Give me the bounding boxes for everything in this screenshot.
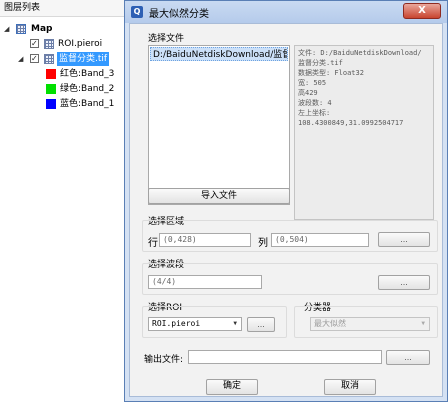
- layer-label: ROI.pieroi: [58, 39, 103, 49]
- expand-arrow-icon[interactable]: ◢: [18, 55, 26, 63]
- band-selection-field[interactable]: (4/4): [148, 275, 262, 289]
- dialog-client: 选择文件 D:/BaiduNetdiskDownload/监督分类.tif 文件…: [129, 23, 443, 397]
- file-list[interactable]: D:/BaiduNetdiskDownload/监督分类.tif: [148, 45, 290, 205]
- output-file-field[interactable]: [188, 350, 382, 364]
- roi-dropdown-value: ROI.pieroi: [152, 319, 201, 328]
- row-label: 行: [148, 238, 158, 249]
- region-browse-button[interactable]: ...: [378, 232, 430, 247]
- dialog-titlebar[interactable]: Q 最大似然分类 X: [125, 1, 447, 23]
- col-range-field[interactable]: (0,504): [271, 233, 369, 247]
- tree-root-label: Map: [31, 24, 53, 34]
- max-likelihood-dialog: Q 最大似然分类 X 选择文件 D:/BaiduNetdiskDownload/…: [124, 0, 448, 402]
- classifier-dropdown[interactable]: 最大似然 ▼: [310, 317, 430, 331]
- classifier-dropdown-value: 最大似然: [314, 319, 346, 328]
- band-browse-button[interactable]: ...: [378, 275, 430, 290]
- layer-item-classification[interactable]: ◢ 监督分类.tif: [18, 52, 130, 66]
- file-info-line: 108.4300849,31.0992504717: [298, 119, 404, 127]
- layer-panel: 图层列表 ◢ Map ROI.pieroi ◢ 监督分类.tif 红色:Band…: [0, 0, 133, 402]
- layer-checkbox[interactable]: [30, 37, 39, 51]
- roi-browse-button[interactable]: ...: [247, 317, 275, 332]
- band-label: 红色:Band_3: [60, 69, 115, 79]
- select-file-label: 选择文件: [148, 34, 185, 44]
- file-list-item[interactable]: D:/BaiduNetdiskDownload/监督分类.tif: [150, 47, 288, 61]
- chevron-down-icon: ▼: [233, 320, 237, 327]
- chevron-down-icon: ▼: [421, 320, 425, 327]
- file-info-line: 文件: D:/BaiduNetdiskDownload/: [298, 49, 422, 57]
- band-label: 蓝色:Band_1: [60, 99, 115, 109]
- band-label: 绿色:Band_2: [60, 84, 115, 94]
- layer-item-roi[interactable]: ROI.pieroi: [30, 37, 130, 51]
- layer-checkbox[interactable]: [30, 52, 39, 66]
- file-info-line: 宽: 505: [298, 79, 327, 87]
- file-info-line: 左上坐标:: [298, 109, 331, 117]
- file-info-line: 监督分类.tif: [298, 59, 343, 67]
- ok-button[interactable]: 确定: [206, 379, 258, 395]
- row-range-field[interactable]: (0,428): [159, 233, 251, 247]
- output-file-label: 输出文件:: [144, 355, 184, 365]
- app-icon: Q: [131, 6, 143, 18]
- file-info-line: 高429: [298, 89, 318, 97]
- layer-panel-title: 图层列表: [0, 0, 132, 17]
- roi-dropdown[interactable]: ROI.pieroi ▼: [148, 317, 242, 331]
- file-info-panel: 文件: D:/BaiduNetdiskDownload/ 监督分类.tif 数据…: [294, 45, 434, 220]
- close-button[interactable]: X: [403, 3, 441, 19]
- layer-label-selected: 监督分类.tif: [57, 52, 110, 66]
- file-info-line: 波段数: 4: [298, 99, 332, 107]
- red-swatch-icon: [46, 69, 56, 79]
- expand-arrow-icon[interactable]: ◢: [4, 25, 12, 33]
- col-label: 列: [258, 238, 268, 249]
- green-swatch-icon: [46, 84, 56, 94]
- file-info-line: 数据类型: Float32: [298, 69, 364, 77]
- output-browse-button[interactable]: ...: [386, 350, 430, 365]
- map-icon: [16, 24, 26, 34]
- import-file-button[interactable]: 导入文件: [148, 188, 290, 204]
- cancel-button[interactable]: 取消: [324, 379, 376, 395]
- grid-layer-icon: [44, 54, 54, 64]
- dialog-title: 最大似然分类: [149, 9, 209, 20]
- grid-layer-icon: [44, 39, 54, 49]
- blue-swatch-icon: [46, 99, 56, 109]
